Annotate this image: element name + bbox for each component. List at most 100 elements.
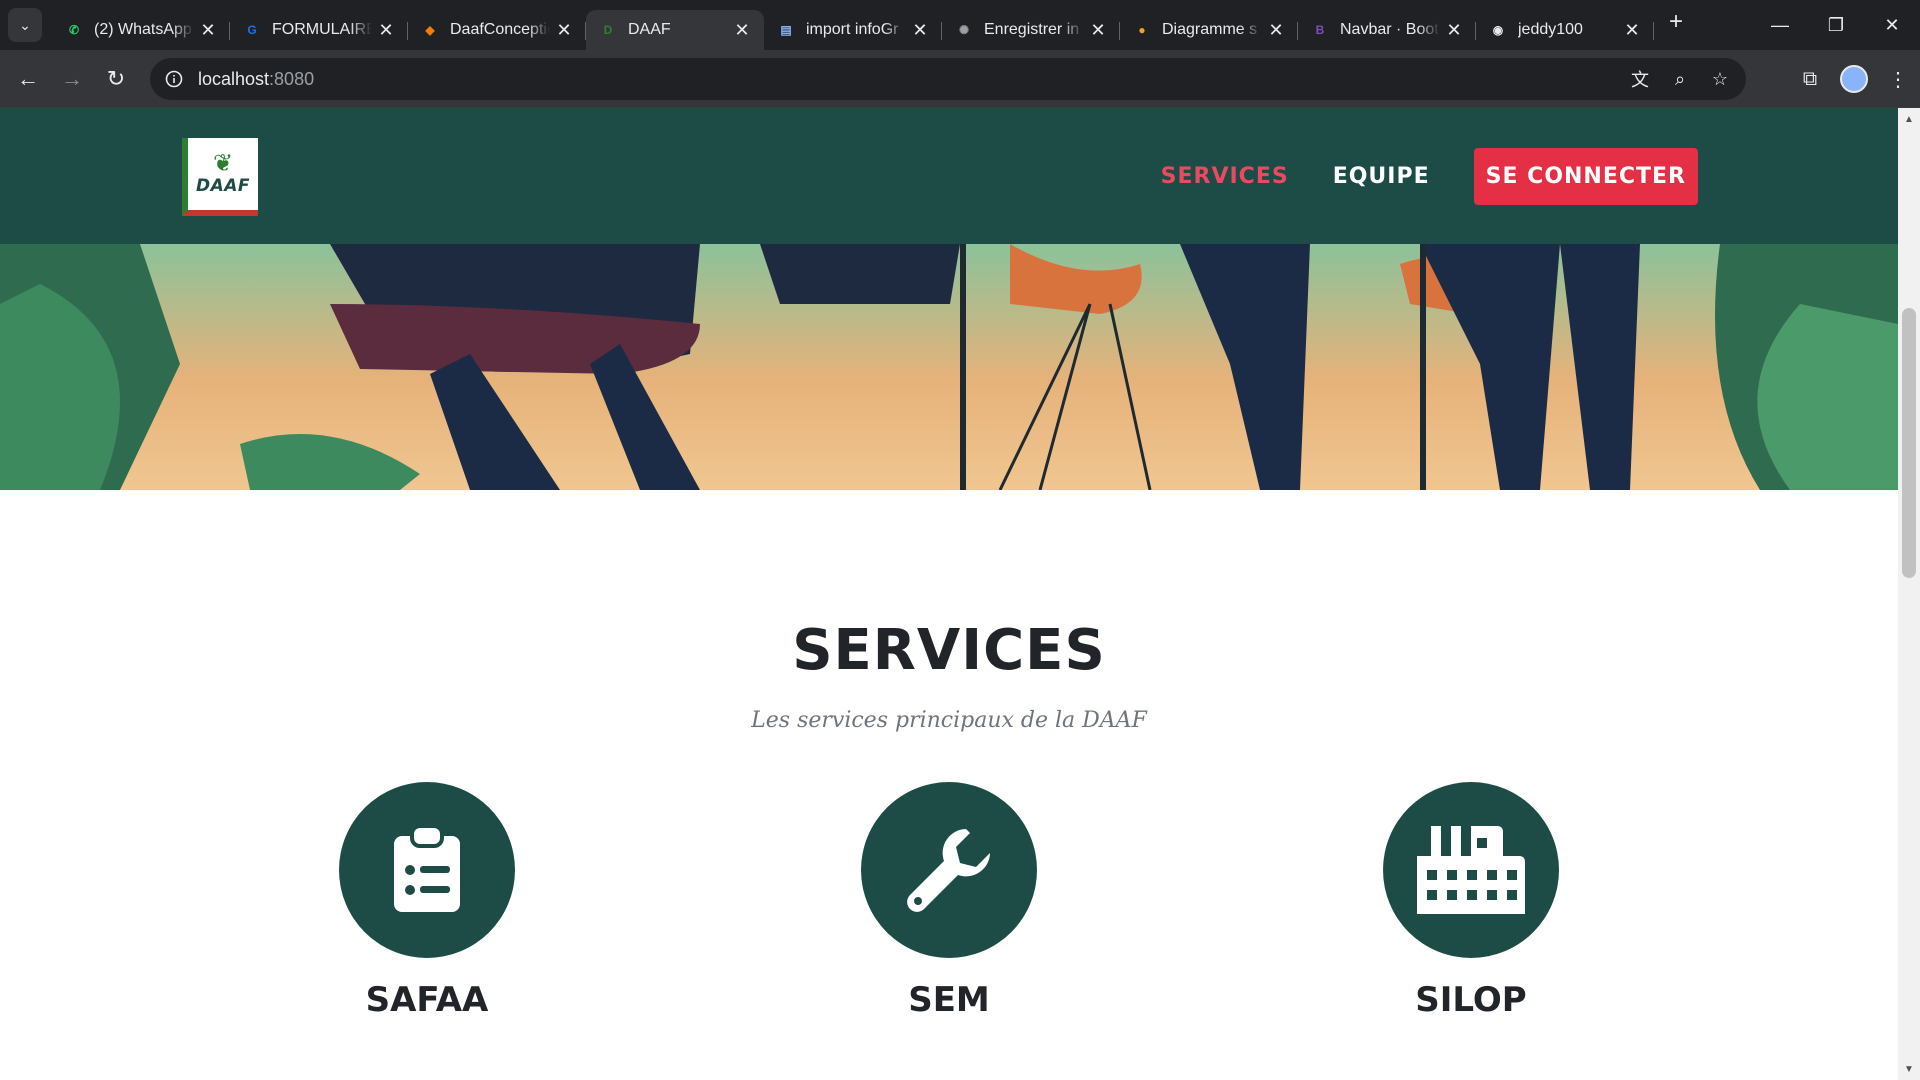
tab-close-icon[interactable]: ✕: [910, 20, 930, 41]
services-subtitle: Les services principaux de la DAAF: [751, 708, 1147, 733]
minimize-button[interactable]: —: [1752, 0, 1808, 50]
browser-tab[interactable]: ✺ Enregistrer in ✕: [942, 10, 1120, 50]
minimize-icon: —: [1771, 14, 1789, 35]
reload-button[interactable]: ↻: [94, 57, 138, 101]
service-name: SEM: [908, 980, 990, 1020]
site-navbar: ❦ DAAF SERVICES EQUIPE SE CONNECTER: [0, 108, 1898, 244]
whatsapp-icon: ✆: [68, 23, 80, 37]
arrow-right-icon: →: [61, 65, 83, 91]
browser-tab[interactable]: ◆ DaafConception✕: [408, 10, 586, 50]
tab-close-icon[interactable]: ✕: [1444, 20, 1464, 41]
leaf-growth-icon: ❦: [212, 150, 234, 177]
arrow-left-icon: ←: [17, 65, 39, 91]
translate-icon[interactable]: 文: [1624, 63, 1656, 95]
new-tab-button[interactable]: +: [1660, 6, 1692, 38]
plus-icon: +: [1668, 8, 1683, 35]
page-scrollbar[interactable]: ▲ ▼: [1898, 108, 1920, 1080]
clipboard-list-icon: [394, 826, 460, 912]
industry-icon: [1417, 826, 1525, 914]
tab-title: FORMULAIRE: [272, 21, 372, 38]
service-name: SILOP: [1415, 980, 1527, 1020]
tab-title: Navbar · Boot: [1340, 21, 1439, 38]
service-card-sem[interactable]: SEM: [799, 782, 1099, 1020]
browser-tab[interactable]: ● Diagramme s ✕: [1120, 10, 1298, 50]
tab-close-icon[interactable]: ✕: [376, 20, 396, 41]
bootstrap-icon: B: [1315, 23, 1325, 37]
openai-icon: ✺: [958, 23, 970, 37]
kebab-menu-icon: ⋮: [1888, 68, 1908, 91]
nav-link-services[interactable]: SERVICES: [1161, 164, 1289, 189]
hero-image: [0, 244, 1898, 490]
close-icon: ✕: [1884, 14, 1900, 35]
extensions-button[interactable]: ⧉: [1788, 57, 1832, 101]
page-viewport: ❦ DAAF SERVICES EQUIPE SE CONNECTER SERV…: [0, 108, 1920, 1080]
service-name: SAFAA: [365, 980, 489, 1020]
browser-tab[interactable]: D DAAF ✕: [586, 10, 764, 50]
tab-close-icon[interactable]: ✕: [1266, 20, 1286, 41]
puzzle-icon: ⧉: [1802, 67, 1818, 90]
site-menu: SERVICES EQUIPE SE CONNECTER: [1117, 148, 1698, 205]
menu-button[interactable]: ⋮: [1876, 57, 1920, 101]
info-icon: [165, 70, 183, 88]
address-bar[interactable]: localhost:8080 文 ⌕ ☆: [150, 58, 1746, 100]
zoom-icon[interactable]: ⌕: [1664, 63, 1696, 95]
browser-tab[interactable]: ✆ (2) WhatsApp ✕: [52, 10, 230, 50]
tab-title: Enregistrer in: [984, 21, 1080, 38]
browser-tab[interactable]: ◉ jeddy100 ✕: [1476, 10, 1654, 50]
nav-link-equipe[interactable]: EQUIPE: [1333, 164, 1430, 189]
browser-toolbar: ← → ↻ localhost:8080 文 ⌕ ☆ ⧉ ⋮: [0, 50, 1920, 108]
logo-text: DAAF: [195, 176, 251, 196]
service-card-safaa[interactable]: SAFAA: [277, 782, 577, 1020]
tab-title: Diagramme s: [1162, 21, 1258, 38]
browser-tab[interactable]: ▤ import infoGr ✕: [764, 10, 942, 50]
scrollbar-thumb[interactable]: [1902, 308, 1916, 578]
tab-close-icon[interactable]: ✕: [1622, 20, 1642, 41]
services-heading: SERVICES: [792, 618, 1106, 683]
tab-list: ✆(2) WhatsApp✕GFORMULAIRE✕◆DaafConceptio…: [52, 0, 1654, 50]
site-info-button[interactable]: [154, 59, 194, 99]
forward-button[interactable]: →: [50, 57, 94, 101]
hero-illustration: [0, 244, 1898, 490]
site-logo[interactable]: ❦ DAAF: [182, 138, 258, 216]
restore-button[interactable]: ❐: [1808, 0, 1864, 50]
tab-close-icon[interactable]: ✕: [554, 20, 574, 41]
profile-avatar[interactable]: [1840, 65, 1868, 93]
bookmark-star-icon[interactable]: ☆: [1704, 63, 1736, 95]
diagram-icon: ●: [1138, 23, 1146, 37]
close-window-button[interactable]: ✕: [1864, 0, 1920, 50]
tab-title: jeddy100: [1518, 21, 1583, 38]
tab-separator: [1653, 22, 1654, 40]
scroll-up-arrow-icon[interactable]: ▲: [1898, 110, 1920, 128]
login-button[interactable]: SE CONNECTER: [1473, 148, 1698, 205]
service-icon-circle: [1383, 782, 1559, 958]
daaf-icon: D: [603, 23, 613, 37]
url-port: :8080: [269, 68, 315, 89]
service-icon-circle: [339, 782, 515, 958]
tab-title: (2) WhatsApp: [94, 21, 192, 38]
scroll-down-arrow-icon[interactable]: ▼: [1898, 1060, 1920, 1078]
tab-title: import infoGr: [806, 21, 899, 38]
tab-title: DAAF: [628, 21, 671, 38]
tab-strip: ⌄ ✆ (2) WhatsApp ✕ G FORMULAIRE ✕ ◆ DaafConcept…: [0, 0, 1920, 50]
url-text: localhost:8080: [198, 69, 314, 90]
forms-icon: G: [247, 23, 257, 37]
service-card-silop[interactable]: SILOP: [1321, 782, 1621, 1020]
tab-search-button[interactable]: ⌄: [8, 8, 42, 42]
tab-title: DaafConception: [450, 21, 550, 38]
url-host: localhost: [198, 68, 270, 89]
book-icon: ▤: [780, 23, 792, 37]
reload-icon: ↻: [106, 65, 126, 91]
wrench-icon: [907, 829, 990, 912]
restore-icon: ❐: [1827, 14, 1845, 35]
service-icon-circle: [861, 782, 1037, 958]
browser-tab[interactable]: G FORMULAIRE ✕: [230, 10, 408, 50]
tab-close-icon[interactable]: ✕: [198, 20, 218, 41]
draw-icon: ◆: [425, 23, 435, 37]
github-icon: ◉: [1492, 23, 1504, 37]
window-controls: — ❐ ✕: [1752, 0, 1920, 50]
tab-close-icon[interactable]: ✕: [732, 20, 752, 41]
tab-close-icon[interactable]: ✕: [1088, 20, 1108, 41]
back-button[interactable]: ←: [6, 57, 50, 101]
chevron-down-icon: ⌄: [19, 16, 31, 33]
browser-tab[interactable]: B Navbar · Boot ✕: [1298, 10, 1476, 50]
